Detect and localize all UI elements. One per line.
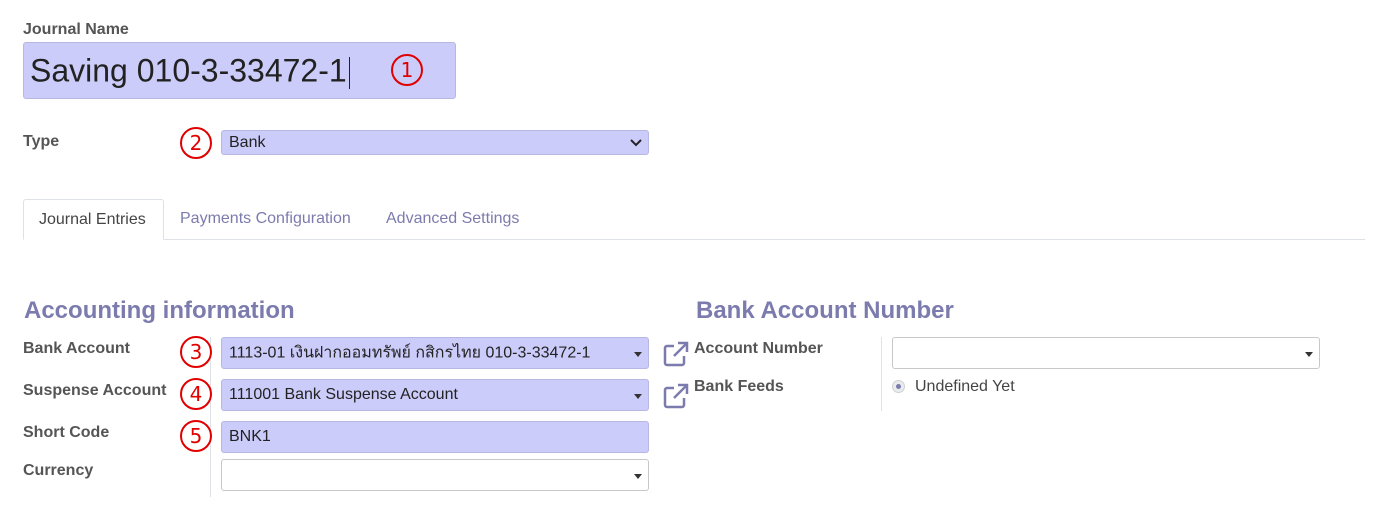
type-value: Bank [229, 133, 266, 151]
type-label: Type [23, 133, 60, 150]
bank-account-value: 1113-01 เงินฝากออมทรัพย์ กสิกรไทย 010-3-… [229, 344, 591, 362]
suspense-account-label: Suspense Account [23, 382, 167, 399]
bank-divider [881, 337, 882, 411]
annotation-1: 1 [391, 54, 423, 86]
external-link-icon[interactable] [663, 383, 689, 409]
caret-down-icon [634, 394, 642, 399]
type-select[interactable]: Bank [221, 130, 649, 155]
bank-feeds-option-label: Undefined Yet [915, 378, 1015, 395]
accounting-information-title: Accounting information [24, 297, 295, 324]
annotation-4: 4 [180, 378, 212, 410]
short-code-input[interactable]: BNK1 [221, 421, 649, 453]
caret-down-icon [634, 352, 642, 357]
radio-dot [896, 384, 901, 389]
suspense-account-select[interactable]: 111001 Bank Suspense Account [221, 379, 649, 411]
external-link-icon[interactable] [663, 341, 689, 367]
currency-select[interactable] [221, 459, 649, 491]
short-code-label: Short Code [23, 424, 110, 441]
journal-name-value: Saving 010-3-33472-1 [30, 52, 347, 88]
chevron-down-icon [630, 139, 642, 147]
accounting-divider [210, 337, 211, 497]
bank-account-number-title: Bank Account Number [696, 297, 954, 324]
account-number-label: Account Number [694, 340, 823, 357]
account-number-select[interactable] [892, 337, 1320, 369]
currency-label: Currency [23, 462, 94, 479]
caret-down-icon [1305, 352, 1313, 357]
text-cursor [349, 57, 350, 89]
caret-down-icon [634, 474, 642, 479]
annotation-3: 3 [180, 336, 212, 368]
bank-account-label: Bank Account [23, 340, 130, 357]
tab-payments-configuration[interactable]: Payments Configuration [180, 210, 351, 228]
tab-journal-entries-label: Journal Entries [39, 211, 146, 228]
tab-advanced-settings[interactable]: Advanced Settings [386, 210, 519, 228]
tab-bar [23, 239, 1365, 240]
suspense-account-value: 111001 Bank Suspense Account [229, 386, 458, 403]
bank-account-select[interactable]: 1113-01 เงินฝากออมทรัพย์ กสิกรไทย 010-3-… [221, 337, 649, 369]
bank-feeds-radio[interactable] [892, 380, 905, 393]
annotation-2: 2 [180, 127, 212, 159]
tab-journal-entries[interactable]: Journal Entries [23, 199, 164, 240]
short-code-value: BNK1 [229, 428, 271, 445]
annotation-5: 5 [180, 420, 212, 452]
bank-feeds-label: Bank Feeds [694, 378, 784, 395]
journal-name-label: Journal Name [23, 21, 129, 38]
